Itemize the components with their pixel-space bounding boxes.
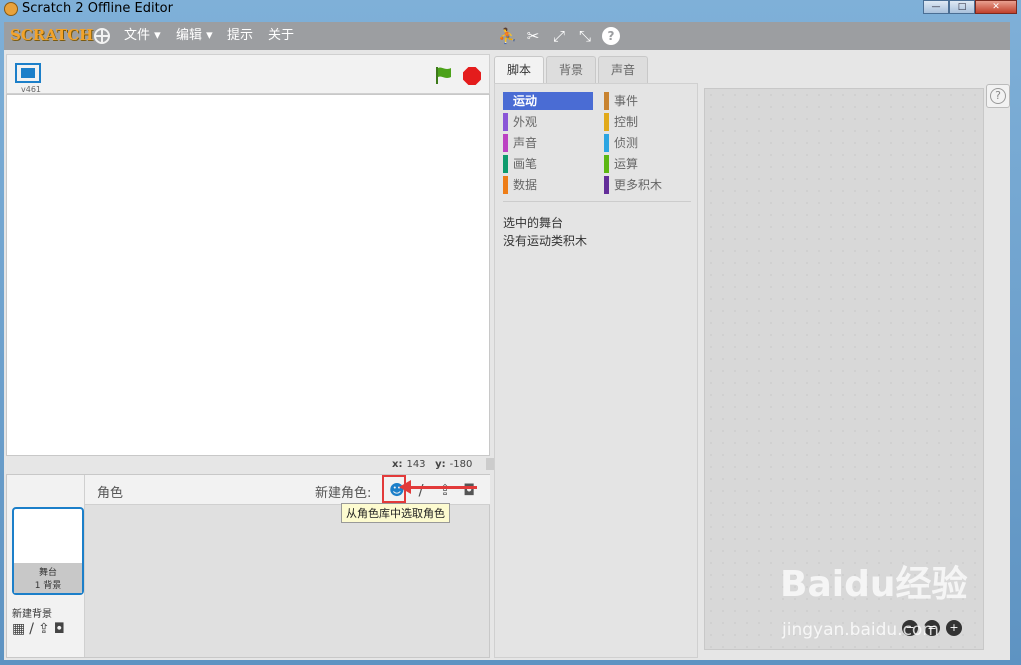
tab-backdrops[interactable]: 背景 (546, 56, 597, 84)
menu-about[interactable]: 关于 (268, 28, 294, 44)
title-bar: Scratch 2 Offline Editor — □ ✕ (0, 0, 1021, 18)
paint-backdrop-icon[interactable]: / (29, 621, 34, 637)
stage-header: v461 (6, 54, 490, 94)
category-sound[interactable]: 声音 (503, 134, 593, 152)
choose-backdrop-icon[interactable]: ▦ (12, 621, 25, 637)
category-sensing[interactable]: 侦测 (604, 134, 694, 152)
duplicate-icon[interactable]: ⛹ (498, 27, 517, 45)
window-title: Scratch 2 Offline Editor (22, 1, 173, 16)
tab-sounds[interactable]: 声音 (598, 56, 649, 84)
camera-backdrop-icon[interactable]: ◘ (54, 621, 65, 637)
help-icon: ? (990, 88, 1006, 104)
menu-tips[interactable]: 提示 (227, 28, 253, 44)
scratch-logo[interactable]: SCRATCH (10, 26, 93, 44)
category-pen[interactable]: 画笔 (503, 155, 593, 173)
menu-file[interactable]: 文件 ▾ (124, 28, 161, 44)
close-button[interactable]: ✕ (975, 0, 1017, 14)
delete-icon[interactable]: ✂ (524, 27, 542, 45)
tab-scripts[interactable]: 脚本 (494, 56, 545, 84)
category-control[interactable]: 控制 (604, 113, 694, 131)
scratch-cat-icon (4, 2, 18, 16)
menu-bar: SCRATCH 文件 ▾ 编辑 ▾ 提示 关于 ⛹ ✂ ⤢ ⤡ ? (4, 22, 1010, 50)
block-palette: 运动 外观 声音 画笔 数据 事件 控制 侦测 运算 更多积木 选中的舞台 没有… (494, 83, 698, 658)
y-label: y: (435, 459, 446, 470)
fullscreen-icon[interactable] (15, 63, 41, 83)
x-value: 143 (406, 459, 426, 470)
category-data[interactable]: 数据 (503, 176, 593, 194)
green-flag-icon[interactable] (433, 65, 453, 85)
block-help-button[interactable]: ? (986, 84, 1010, 108)
editor-tabs: 脚本 背景 声音 (494, 56, 650, 84)
baidu-watermark: Baidu经验 (780, 564, 968, 605)
upload-sprite-icon[interactable]: ⇪ (435, 480, 455, 500)
selected-stage-label: 选中的舞台 (503, 216, 564, 230)
paint-new-sprite-icon[interactable]: / (411, 480, 431, 500)
language-globe-icon[interactable] (94, 28, 110, 44)
stage-thumbnail[interactable]: 舞台 1 背景 (12, 507, 84, 595)
camera-sprite-icon[interactable]: ◘ (459, 480, 479, 500)
new-backdrop-label: 新建背景 (12, 609, 52, 620)
stage-thumb-detail: 1 背景 (34, 581, 62, 591)
y-value: -180 (449, 459, 473, 470)
shrink-icon[interactable]: ⤡ (576, 27, 594, 45)
category-more-blocks[interactable]: 更多积木 (604, 176, 694, 194)
minimize-button[interactable]: — (923, 0, 949, 14)
watermark-url: jingyan.baidu.com (782, 620, 939, 640)
annotation-arrow (399, 480, 477, 494)
version-label: v461 (21, 85, 42, 94)
mouse-coordinates: x: 143 y: -180 (392, 459, 472, 470)
upload-backdrop-icon[interactable]: ⇪ (38, 621, 50, 637)
app-window: Scratch 2 Offline Editor — □ ✕ SCRATCH 文… (0, 0, 1021, 665)
maximize-button[interactable]: □ (949, 0, 975, 14)
sprite-header: 角色 新建角色: ☻ / ⇪ ◘ (85, 475, 490, 505)
stop-icon[interactable] (463, 67, 481, 85)
menu-edit[interactable]: 编辑 ▾ (176, 28, 213, 44)
stage-thumb-name: 舞台 (38, 568, 57, 578)
sprites-label: 角色 (97, 486, 124, 501)
category-looks[interactable]: 外观 (503, 113, 593, 131)
zoom-in-icon[interactable]: + (946, 620, 962, 636)
x-label: x: (392, 459, 403, 470)
category-events[interactable]: 事件 (604, 92, 694, 110)
category-operators[interactable]: 运算 (604, 155, 694, 173)
palette-divider (503, 201, 691, 202)
no-blocks-message: 没有运动类积木 (503, 234, 588, 248)
stage-canvas[interactable] (6, 94, 490, 456)
category-motion[interactable]: 运动 (503, 92, 593, 110)
collapse-stage-icon[interactable] (486, 458, 494, 470)
grow-icon[interactable]: ⤢ (550, 27, 568, 45)
help-icon[interactable]: ? (602, 27, 620, 45)
new-sprite-label: 新建角色: (315, 486, 372, 501)
sprite-pane: 角色 新建角色: ☻ / ⇪ ◘ 从角色库中选取角色 舞台 1 背景 新建背景 … (6, 474, 490, 658)
tooltip: 从角色库中选取角色 (341, 503, 450, 523)
